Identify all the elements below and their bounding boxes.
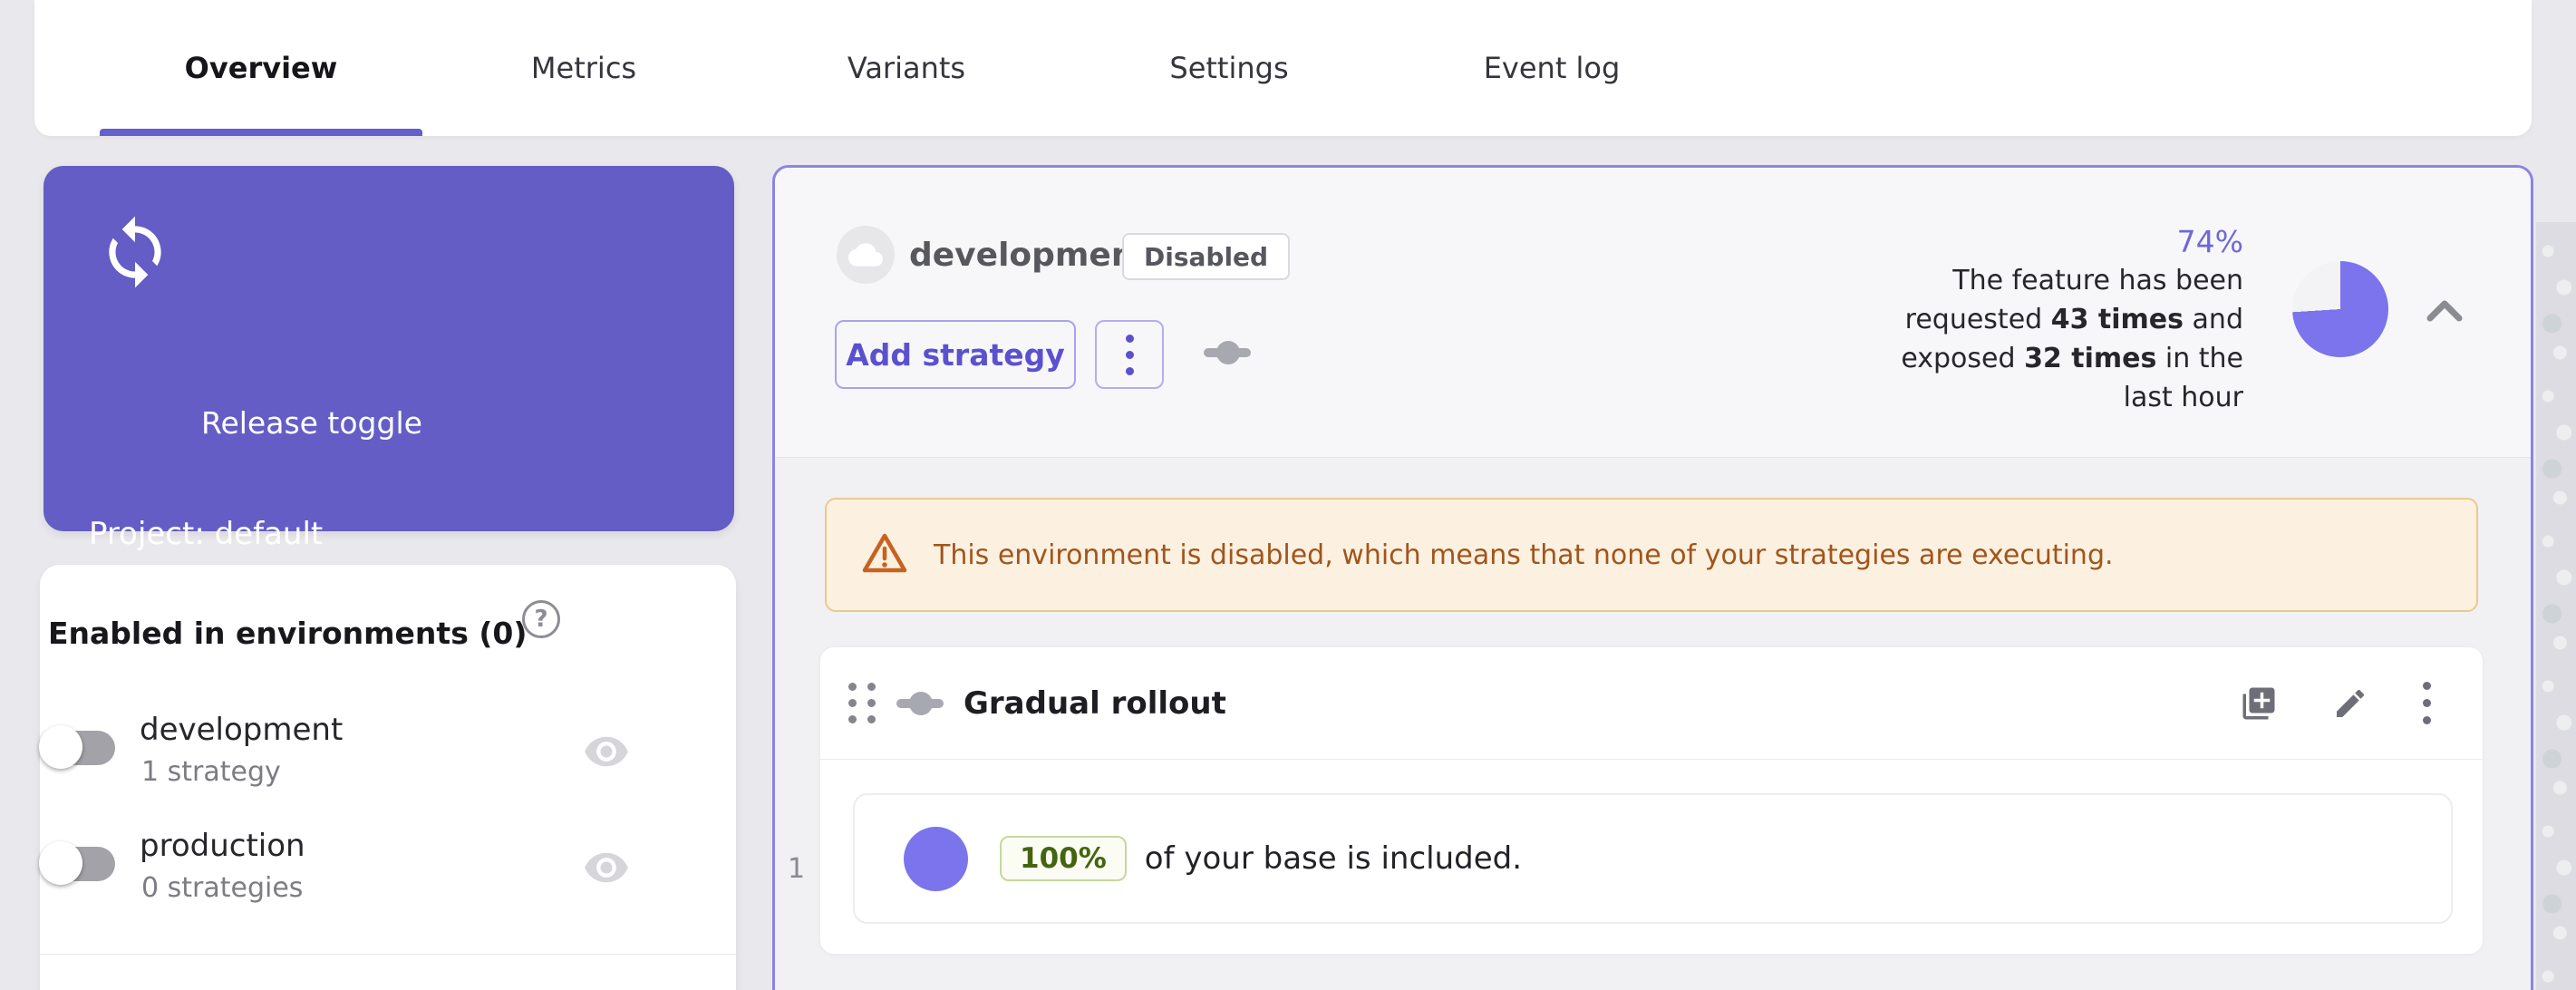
- metrics-sentence: The feature has been requested 43 times …: [1845, 261, 2243, 417]
- edit-strategy-button[interactable]: [2332, 685, 2368, 722]
- tab-metrics[interactable]: Metrics: [422, 0, 745, 136]
- production-toggle[interactable]: [39, 841, 119, 887]
- page: Overview Metrics Variants Settings Event…: [0, 0, 2576, 990]
- disabled-warning-banner: This environment is disabled, which mean…: [825, 498, 2478, 612]
- strategy-slider-icon: [1204, 341, 1251, 364]
- chevron-up-icon[interactable]: [2425, 296, 2465, 327]
- active-tab-underline: [100, 129, 422, 136]
- strategy-slider-icon: [896, 692, 944, 715]
- metrics-percentage: 74%: [1845, 222, 2243, 261]
- development-toggle[interactable]: [39, 725, 119, 771]
- environment-more-button[interactable]: [1095, 320, 1164, 389]
- help-icon[interactable]: ?: [522, 600, 560, 638]
- environments-title: Enabled in environments (0): [48, 616, 527, 651]
- feature-type-card: Release toggle Project: default No descr…: [44, 166, 734, 531]
- strategy-card: Gradual rollout: [819, 646, 2484, 955]
- environment-strategy-count: 0 strategies: [141, 872, 303, 904]
- sync-icon: [96, 213, 174, 295]
- strategy-header: Gradual rollout: [820, 647, 2483, 759]
- rollout-description: of your base is included.: [1145, 840, 1522, 877]
- divider: [820, 759, 2483, 760]
- strategy-more-button[interactable]: [2423, 682, 2431, 724]
- card-divider: [40, 954, 736, 955]
- help-glyph: ?: [534, 606, 547, 633]
- rollout-percentage-badge: 100%: [1000, 836, 1127, 881]
- strategy-actions: [2240, 647, 2431, 759]
- cloud-icon: [848, 238, 883, 272]
- metrics-summary: 74% The feature has been requested 43 ti…: [1845, 222, 2243, 417]
- kebab-icon: [1126, 335, 1134, 343]
- environment-name: production: [140, 828, 305, 864]
- environment-row-development: development 1 strategy: [39, 716, 673, 816]
- copy-strategy-button[interactable]: [2240, 684, 2278, 723]
- tab-variants[interactable]: Variants: [745, 0, 1068, 136]
- tab-label: Overview: [185, 51, 338, 85]
- environment-header: development Disabled Add strategy 74% Th…: [775, 168, 2531, 458]
- tab-label: Variants: [847, 51, 965, 85]
- tab-label: Metrics: [531, 51, 636, 85]
- tab-settings[interactable]: Settings: [1068, 0, 1390, 136]
- environment-row-production: production 0 strategies: [39, 832, 673, 932]
- tab-label: Settings: [1169, 51, 1288, 85]
- drag-handle-icon[interactable]: [848, 683, 876, 723]
- tab-bar: Overview Metrics Variants Settings Event…: [34, 0, 2532, 136]
- tab-label: Event log: [1484, 51, 1621, 85]
- warning-icon: [861, 531, 908, 578]
- warning-text: This environment is disabled, which mean…: [934, 539, 2114, 571]
- tab-event-log[interactable]: Event log: [1390, 0, 1713, 136]
- kebab-icon: [2423, 682, 2431, 690]
- eye-icon[interactable]: [583, 844, 630, 895]
- feature-type-label: Release toggle: [201, 405, 422, 441]
- tab-overview[interactable]: Overview: [100, 0, 422, 136]
- cloud-avatar: [837, 226, 895, 284]
- strategy-index: 1: [788, 853, 805, 885]
- tab-list: Overview Metrics Variants Settings Event…: [100, 0, 1713, 136]
- background-art: [2536, 222, 2576, 990]
- toggle-thumb: [39, 725, 82, 769]
- feature-project-label: Project: default: [89, 516, 323, 552]
- environment-name: development: [140, 712, 343, 748]
- rollout-circle-icon: [904, 827, 968, 891]
- pencil-icon: [2332, 685, 2368, 722]
- strategy-name: Gradual rollout: [964, 685, 1226, 722]
- eye-icon[interactable]: [583, 728, 630, 779]
- metrics-pie: [2292, 261, 2388, 357]
- environment-accordion: development Disabled Add strategy 74% Th…: [772, 165, 2533, 990]
- rollout-summary-box: 100% of your base is included.: [853, 793, 2453, 924]
- environment-strategy-count: 1 strategy: [141, 756, 281, 788]
- environment-title: development: [909, 237, 1150, 274]
- add-strategy-button[interactable]: Add strategy: [835, 320, 1076, 389]
- duplicate-icon: [2240, 684, 2278, 723]
- status-badge: Disabled: [1122, 233, 1290, 280]
- toggle-thumb: [39, 841, 82, 885]
